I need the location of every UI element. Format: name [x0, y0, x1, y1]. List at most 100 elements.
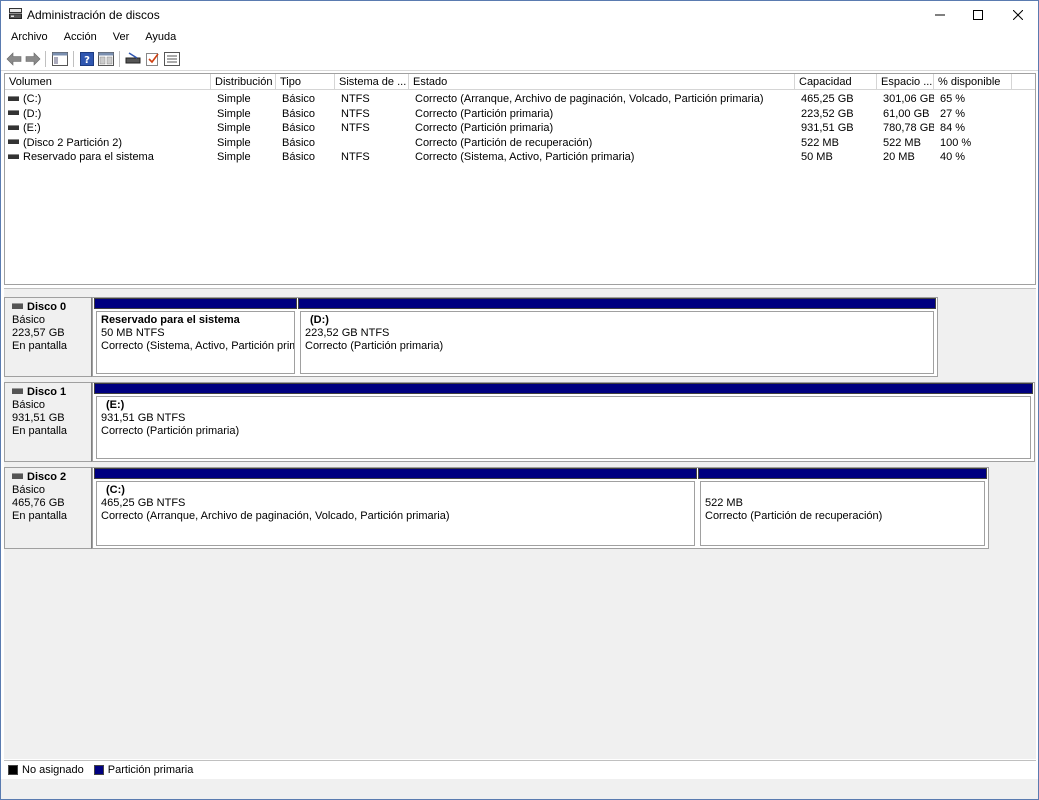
console-tree-icon — [52, 52, 68, 66]
table-row[interactable]: (Disco 2 Partición 2) Simple Básico Corr… — [5, 136, 1035, 151]
cell-disponible: 65 % — [940, 93, 966, 105]
volume-name: (Disco 2 Partición 2) — [23, 136, 123, 149]
cell-distribucion: Simple — [217, 151, 251, 164]
menu-ver[interactable]: Ver — [105, 29, 138, 47]
partition-e[interactable]: (E:) 931,51 GB NTFS Correcto (Partición … — [94, 383, 1033, 461]
disk-name: Disco 2 — [27, 471, 67, 483]
volume-name: (E:) — [23, 122, 41, 135]
back-button[interactable] — [5, 50, 23, 68]
table-row[interactable]: (E:) Simple Básico NTFS Correcto (Partic… — [5, 121, 1035, 136]
list-view-button[interactable] — [163, 50, 181, 68]
cell-sistema — [335, 136, 409, 150]
back-icon — [6, 52, 22, 66]
help-button[interactable]: ? — [78, 50, 96, 68]
disk-type: Básico — [12, 314, 46, 326]
partition-recovery[interactable]: 522 MB Correcto (Partición de recuperaci… — [698, 468, 987, 548]
column-header-sistema[interactable]: Sistema de ... — [335, 74, 409, 90]
cell-volumen: (Disco 2 Partición 2) — [5, 136, 211, 150]
legend: No asignado Partición primaria — [4, 760, 1036, 778]
column-header-disponible[interactable]: % disponible — [934, 74, 1012, 90]
partition-system-reserved[interactable]: Reservado para el sistema 50 MB NTFS Cor… — [94, 298, 297, 376]
menu-archivo[interactable]: Archivo — [1, 29, 56, 47]
minimize-icon — [935, 14, 945, 16]
volume-name: Reservado para el sistema — [23, 151, 154, 164]
cell-distribucion: Simple — [217, 136, 251, 149]
partition-bar — [298, 298, 936, 309]
partition-box: (D:) 223,52 GB NTFS Correcto (Partición … — [300, 311, 934, 374]
properties-button[interactable] — [97, 50, 115, 68]
partition-status: Correcto (Partición primaria) — [305, 340, 444, 352]
partition-size: 931,51 GB NTFS — [101, 412, 186, 424]
drive-icon — [8, 95, 19, 101]
cell-estado: Correcto (Partición primaria) — [415, 107, 554, 120]
console-tree-button[interactable] — [51, 50, 69, 68]
connect-button[interactable] — [124, 50, 142, 68]
column-header-distribucion[interactable]: Distribución — [211, 74, 276, 90]
column-header-capacidad[interactable]: Capacidad — [795, 74, 877, 90]
partition-size: 465,25 GB NTFS — [101, 497, 186, 509]
column-header-estado[interactable]: Estado — [409, 74, 795, 90]
cell-estado: Correcto (Partición primaria) — [415, 122, 554, 135]
partition-box: (E:) 931,51 GB NTFS Correcto (Partición … — [96, 396, 1031, 459]
list-icon — [164, 52, 180, 66]
partition-name — [705, 484, 984, 497]
toolbar-separator — [73, 51, 74, 67]
cell-volumen: (C:) — [5, 92, 211, 106]
partition-name: (E:) — [106, 399, 125, 411]
disk-0-label[interactable]: Disco 0 Básico 223,57 GB En pantalla — [4, 297, 92, 377]
menu-ayuda[interactable]: Ayuda — [137, 29, 184, 47]
cell-capacidad: 223,52 GB — [801, 107, 854, 120]
hard-disk-icon — [12, 473, 23, 480]
check-button[interactable] — [144, 50, 162, 68]
volume-name: (D:) — [23, 107, 42, 120]
cell-sistema: NTFS — [341, 122, 370, 135]
cell-espacio: 522 MB — [883, 136, 921, 149]
disk-type: Básico — [12, 399, 46, 411]
cell-disponible: 100 % — [940, 136, 972, 149]
menu-bar: Archivo Acción Ver Ayuda — [1, 29, 1038, 47]
partition-bar — [94, 468, 697, 479]
close-button[interactable] — [995, 1, 1039, 29]
connect-icon — [125, 52, 141, 64]
partition-box: 522 MB Correcto (Partición de recuperaci… — [700, 481, 985, 546]
menu-accion[interactable]: Acción — [56, 29, 105, 47]
column-header-tipo[interactable]: Tipo — [276, 74, 335, 90]
table-row[interactable]: (C:) Simple Básico NTFS Correcto (Arranq… — [5, 92, 1035, 107]
partition-bar — [94, 383, 1033, 394]
partition-bar — [698, 468, 987, 479]
cell-capacidad: 522 MB — [801, 136, 839, 149]
partition-d[interactable]: (D:) 223,52 GB NTFS Correcto (Partición … — [298, 298, 936, 376]
partition-name: (C:) — [106, 484, 125, 496]
partition-c[interactable]: (C:) 465,25 GB NTFS Correcto (Arranque, … — [94, 468, 697, 548]
disk-size: 223,57 GB — [12, 327, 65, 339]
column-header-espacio[interactable]: Espacio ... — [877, 74, 934, 90]
cell-distribucion: Simple — [217, 122, 251, 135]
legend-swatch — [8, 764, 18, 775]
disk-graphical-view: Disco 0 Básico 223,57 GB En pantalla Res… — [4, 288, 1036, 759]
forward-button[interactable] — [24, 50, 42, 68]
disk-state: En pantalla — [12, 340, 68, 352]
disk-state: En pantalla — [12, 510, 68, 522]
table-row[interactable]: (D:) Simple Básico NTFS Correcto (Partic… — [5, 107, 1035, 122]
partition-box: Reservado para el sistema 50 MB NTFS Cor… — [96, 311, 295, 374]
disk-0-partitions: Reservado para el sistema 50 MB NTFS Cor… — [92, 297, 938, 377]
cell-distribucion: Simple — [217, 93, 251, 105]
cell-tipo: Básico — [282, 136, 316, 149]
cell-disponible: 40 % — [940, 151, 966, 164]
disk-2-label[interactable]: Disco 2 Básico 465,76 GB En pantalla — [4, 467, 92, 549]
cell-tipo: Básico — [282, 107, 316, 120]
column-header-volumen[interactable]: Volumen — [5, 74, 211, 90]
partition-size: 522 MB — [705, 497, 743, 509]
partition-size: 50 MB NTFS — [101, 327, 165, 339]
check-icon — [146, 53, 159, 66]
disk-1-label[interactable]: Disco 1 Básico 931,51 GB En pantalla — [4, 382, 92, 462]
table-row[interactable]: Reservado para el sistema Simple Básico … — [5, 150, 1035, 165]
hard-disk-icon — [12, 388, 23, 395]
disk-name: Disco 0 — [27, 301, 67, 313]
cell-capacidad: 931,51 GB — [801, 122, 854, 135]
cell-sistema: NTFS — [341, 93, 370, 105]
partition-status: Correcto (Arranque, Archivo de paginació… — [101, 510, 450, 522]
partition-status: Correcto (Partición de recuperación) — [705, 510, 883, 522]
disk-size: 931,51 GB — [12, 412, 65, 424]
cell-tipo: Básico — [282, 151, 316, 164]
